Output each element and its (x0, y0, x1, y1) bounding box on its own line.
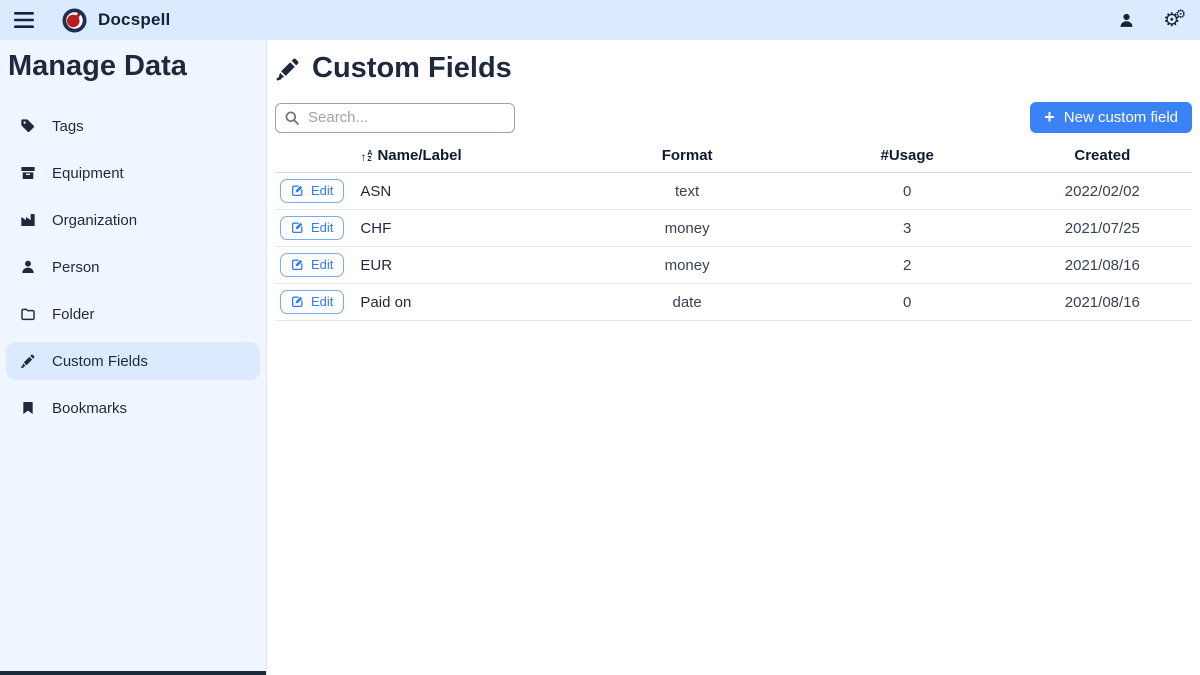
cell-usage: 3 (802, 210, 1013, 247)
sidebar-item-label: Organization (52, 212, 137, 229)
search-icon (284, 110, 300, 126)
cell-created: 2022/02/02 (1013, 173, 1192, 210)
table-row: Edit CHF money 3 2021/07/25 (275, 210, 1192, 247)
header-edit-spacer (275, 144, 352, 173)
folder-icon (20, 306, 36, 322)
person-icon (20, 259, 36, 275)
sidebar-item-label: Equipment (52, 165, 124, 182)
pen-icon (275, 56, 301, 82)
edit-button[interactable]: Edit (280, 290, 344, 314)
edit-icon (291, 221, 304, 234)
cell-name: CHF (352, 210, 572, 247)
edit-button[interactable]: Edit (280, 179, 344, 203)
hamburger-icon (14, 12, 34, 28)
gears-icon: ⚙ ⚙ (1163, 11, 1186, 30)
tag-icon (20, 118, 36, 134)
table-row: Edit Paid on date 0 2021/08/16 (275, 284, 1192, 321)
user-icon (1118, 12, 1135, 29)
sidebar-item-custom-fields[interactable]: Custom Fields (6, 342, 260, 380)
sidebar-item-label: Person (52, 259, 100, 276)
edit-button[interactable]: Edit (280, 253, 344, 277)
topbar: Docspell ⚙ ⚙ (0, 0, 1200, 40)
sidebar-item-tags[interactable]: Tags (6, 107, 260, 145)
edit-icon (291, 258, 304, 271)
app-title: Docspell (98, 10, 170, 30)
table-row: Edit EUR money 2 2021/08/16 (275, 247, 1192, 284)
cell-format: money (572, 247, 801, 284)
sidebar-item-label: Bookmarks (52, 400, 127, 417)
toolbar: + New custom field (275, 102, 1192, 133)
new-custom-field-label: New custom field (1064, 109, 1178, 126)
cell-usage: 2 (802, 247, 1013, 284)
edit-icon (291, 184, 304, 197)
pen-icon (20, 353, 36, 369)
cell-usage: 0 (802, 284, 1013, 321)
cell-name: EUR (352, 247, 572, 284)
header-created: Created (1013, 144, 1192, 173)
industry-icon (20, 212, 36, 228)
header-usage: #Usage (802, 144, 1013, 173)
cell-created: 2021/08/16 (1013, 247, 1192, 284)
edit-icon (291, 295, 304, 308)
plus-icon: + (1044, 108, 1055, 126)
search-box (275, 103, 515, 133)
header-name-label[interactable]: ↑ AZ Name/Label (352, 144, 572, 173)
sort-alpha-icon: ↑ AZ (360, 151, 372, 164)
main-content: Custom Fields + New custom field ↑ (267, 40, 1200, 675)
sidebar-item-organization[interactable]: Organization (6, 201, 260, 239)
sidebar: Manage Data Tags Equipment Organization … (0, 40, 267, 675)
new-custom-field-button[interactable]: + New custom field (1030, 102, 1192, 133)
bookmark-icon (20, 400, 36, 416)
sidebar-item-person[interactable]: Person (6, 248, 260, 286)
hamburger-menu-button[interactable] (14, 12, 34, 28)
cell-name: ASN (352, 173, 572, 210)
docspell-logo-icon (61, 7, 88, 34)
page-title-text: Custom Fields (312, 52, 512, 85)
cell-format: text (572, 173, 801, 210)
settings-button[interactable]: ⚙ ⚙ (1163, 11, 1186, 30)
page-title: Custom Fields (275, 52, 1192, 85)
cell-created: 2021/07/25 (1013, 210, 1192, 247)
sidebar-item-bookmarks[interactable]: Bookmarks (6, 389, 260, 427)
sidebar-title: Manage Data (8, 50, 266, 83)
sidebar-item-folder[interactable]: Folder (6, 295, 260, 333)
box-icon (20, 165, 36, 181)
cell-format: money (572, 210, 801, 247)
sidebar-item-label: Folder (52, 306, 95, 323)
cell-created: 2021/08/16 (1013, 284, 1192, 321)
custom-fields-table: ↑ AZ Name/Label Format #Usage Created Ed… (275, 144, 1192, 321)
table-header-row: ↑ AZ Name/Label Format #Usage Created (275, 144, 1192, 173)
cell-usage: 0 (802, 173, 1013, 210)
sidebar-item-label: Tags (52, 118, 84, 135)
cell-name: Paid on (352, 284, 572, 321)
sidebar-footer-bar (0, 671, 266, 675)
edit-button[interactable]: Edit (280, 216, 344, 240)
cell-format: date (572, 284, 801, 321)
sidebar-item-equipment[interactable]: Equipment (6, 154, 260, 192)
table-row: Edit ASN text 0 2022/02/02 (275, 173, 1192, 210)
user-menu-button[interactable] (1118, 12, 1135, 29)
header-format: Format (572, 144, 801, 173)
sidebar-item-label: Custom Fields (52, 353, 148, 370)
search-input[interactable] (275, 103, 515, 133)
